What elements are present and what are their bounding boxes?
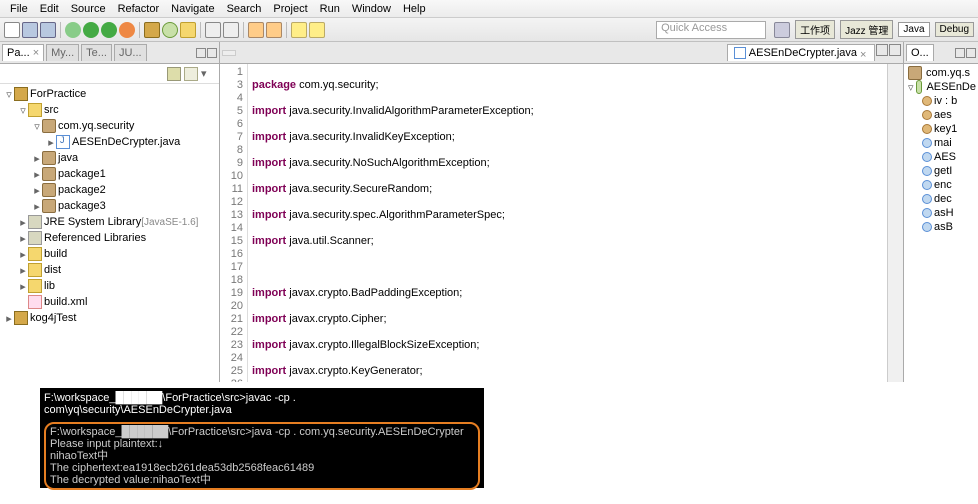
persp-jazz[interactable]: Jazz 管理: [840, 20, 893, 39]
method-icon: [922, 166, 932, 176]
folder-icon: [28, 263, 42, 277]
close-icon[interactable]: ×: [33, 47, 39, 59]
outline-view: O... com.yq.s ▿AESEnDe iv : b aes key1 m…: [903, 42, 978, 382]
menu-navigate[interactable]: Navigate: [165, 3, 220, 15]
code-editor[interactable]: package com.yq.security; import java.sec…: [248, 64, 887, 382]
tab-te[interactable]: Te...: [81, 44, 112, 61]
package-icon: [908, 66, 922, 80]
java-file-icon: [734, 47, 746, 59]
line-gutter[interactable]: 1345678910111213141516171819202122232425…: [220, 64, 248, 382]
package-icon: [42, 167, 56, 181]
forward-icon[interactable]: [309, 22, 325, 38]
method-icon: [922, 152, 932, 162]
maximize-icon[interactable]: [966, 48, 976, 58]
java-file-icon: [56, 135, 70, 149]
menu-source[interactable]: Source: [65, 3, 112, 15]
minimize-icon[interactable]: [876, 44, 888, 56]
class-icon: [916, 80, 923, 94]
menu-search[interactable]: Search: [221, 3, 268, 15]
method-icon: [922, 208, 932, 218]
collapse-all-icon[interactable]: [167, 67, 181, 81]
menu-edit[interactable]: Edit: [34, 3, 65, 15]
new-icon[interactable]: [4, 22, 20, 38]
command-prompt: F:\workspace_██████\ForPractice\src>java…: [40, 388, 484, 488]
menu-file[interactable]: File: [4, 3, 34, 15]
outline-tree[interactable]: com.yq.s ▿AESEnDe iv : b aes key1 mai AE…: [904, 64, 978, 382]
folder-icon: [28, 247, 42, 261]
library-icon: [28, 215, 42, 229]
persp-java[interactable]: Java: [898, 22, 929, 37]
new-class-icon[interactable]: [162, 22, 178, 38]
terminal-line: F:\workspace_██████\ForPractice\src>java…: [44, 392, 480, 416]
minimize-icon[interactable]: [196, 48, 206, 58]
ant-file-icon: [28, 295, 42, 309]
menu-help[interactable]: Help: [397, 3, 432, 15]
field-icon: [922, 96, 932, 106]
package-icon: [42, 199, 56, 213]
project-icon: [14, 311, 28, 325]
menu-refactor[interactable]: Refactor: [112, 3, 166, 15]
run-icon[interactable]: [83, 22, 99, 38]
open-perspective-icon[interactable]: [774, 22, 790, 38]
persp-workitems[interactable]: 工作项: [795, 20, 835, 39]
new-folder-icon[interactable]: [180, 22, 196, 38]
tab-ju[interactable]: JU...: [114, 44, 147, 61]
package-explorer: Pa... × My... Te... JU... ▾ ▿ForPractice…: [0, 42, 220, 382]
package-icon: [42, 151, 56, 165]
menu-bar: File Edit Source Refactor Navigate Searc…: [0, 0, 978, 18]
toolbar: Quick Access 工作项 Jazz 管理 Java Debug: [0, 18, 978, 42]
terminal-line: F:\workspace_██████\ForPractice\src>_: [44, 492, 480, 504]
folder-icon: [28, 279, 42, 293]
new-package-icon[interactable]: [144, 22, 160, 38]
tab-package-explorer[interactable]: Pa... ×: [2, 44, 44, 61]
package-icon: [42, 183, 56, 197]
highlighted-output: F:\workspace_██████\ForPractice\src>java…: [44, 422, 480, 490]
view-menu-icon[interactable]: ▾: [201, 67, 215, 81]
maximize-icon[interactable]: [207, 48, 217, 58]
close-icon[interactable]: ×: [860, 49, 868, 57]
field-icon: [922, 124, 932, 134]
toggle-mark-icon[interactable]: [248, 22, 264, 38]
maximize-icon[interactable]: [889, 44, 901, 56]
method-icon: [922, 222, 932, 232]
persp-debug[interactable]: Debug: [935, 22, 974, 37]
scrollbar[interactable]: [887, 64, 903, 382]
minimize-icon[interactable]: [955, 48, 965, 58]
package-icon: [42, 119, 56, 133]
tab-outline[interactable]: O...: [906, 44, 934, 61]
link-editor-icon[interactable]: [184, 67, 198, 81]
project-tree[interactable]: ▿ForPractice ▿src ▿com.yq.security ▸AESE…: [0, 84, 219, 382]
method-icon: [922, 194, 932, 204]
ext-tools-icon[interactable]: [119, 22, 135, 38]
annotation-icon[interactable]: [266, 22, 282, 38]
save-icon[interactable]: [22, 22, 38, 38]
library-icon: [28, 231, 42, 245]
editor-tab-placeholder[interactable]: [222, 50, 236, 56]
back-icon[interactable]: [291, 22, 307, 38]
quick-access-input[interactable]: Quick Access: [656, 21, 766, 39]
debug-icon[interactable]: [65, 22, 81, 38]
open-type-icon[interactable]: [205, 22, 221, 38]
menu-run[interactable]: Run: [314, 3, 346, 15]
editor-tab-active[interactable]: AESEnDeCrypter.java×: [727, 44, 875, 61]
project-icon: [14, 87, 28, 101]
menu-window[interactable]: Window: [346, 3, 397, 15]
tab-my[interactable]: My...: [46, 44, 79, 61]
search-icon[interactable]: [223, 22, 239, 38]
menu-project[interactable]: Project: [267, 3, 313, 15]
method-icon: [922, 180, 932, 190]
editor-area: AESEnDeCrypter.java× 1345678910111213141…: [220, 42, 903, 382]
run-last-icon[interactable]: [101, 22, 117, 38]
method-icon: [922, 138, 932, 148]
src-folder-icon: [28, 103, 42, 117]
field-icon: [922, 110, 932, 120]
save-all-icon[interactable]: [40, 22, 56, 38]
